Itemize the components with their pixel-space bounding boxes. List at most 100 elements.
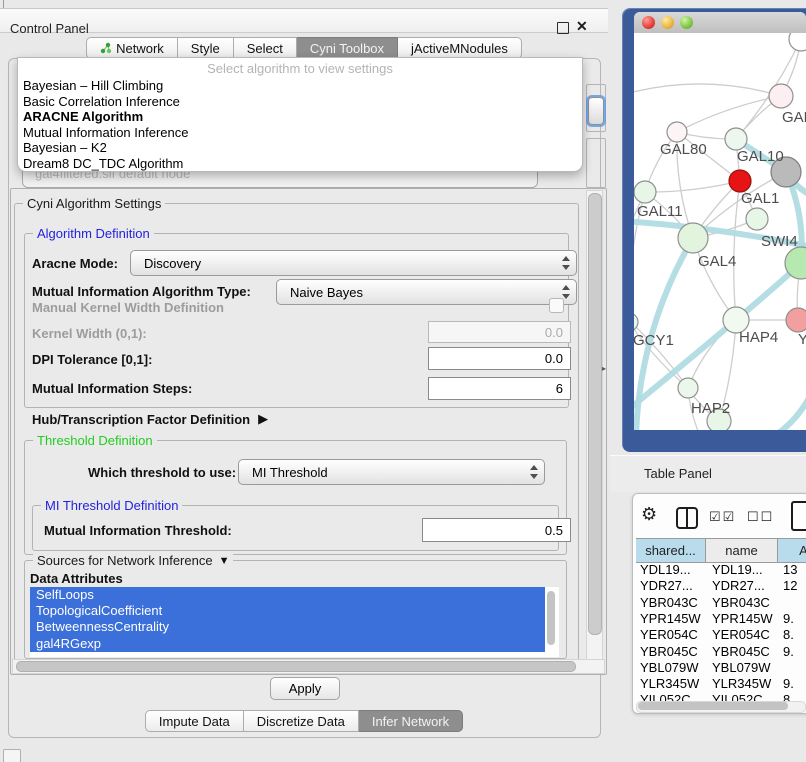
docked-panel-icon[interactable] [3, 749, 21, 762]
network-edge [645, 181, 740, 192]
data-attributes-label: Data Attributes [30, 571, 123, 586]
aracne-mode-select[interactable]: Discovery [130, 250, 577, 276]
network-node-gal11[interactable] [634, 181, 656, 203]
attribute-list-scrollbar-thumb[interactable] [547, 591, 555, 645]
table-cell: YIL052C [640, 692, 691, 701]
table-row[interactable]: YIL052CYIL052C8. [636, 692, 806, 701]
collapsed-arrow-icon[interactable]: ▶ [258, 411, 268, 427]
tab-label: Impute Data [159, 714, 230, 729]
network-node-hap2[interactable] [678, 378, 698, 398]
attribute-item-gal4rgexp[interactable]: gal4RGexp [30, 636, 545, 652]
table-cell: YDR27... [712, 578, 765, 593]
network-node-gal80[interactable] [667, 122, 687, 142]
network-edge [734, 181, 740, 320]
table-row[interactable]: YDL19...YDL19...13 [636, 562, 806, 578]
settings-horizontal-scrollbar-thumb[interactable] [16, 661, 576, 672]
mi-steps-input[interactable]: 6 [428, 377, 571, 400]
network-window-titlebar[interactable] [634, 12, 806, 34]
which-threshold-select[interactable]: MI Threshold [238, 459, 545, 485]
network-node-gal1[interactable] [729, 170, 751, 192]
tab-label: Network [116, 41, 164, 56]
settings-vertical-scrollbar-thumb[interactable] [588, 193, 602, 635]
network-node-gal4[interactable] [678, 223, 708, 253]
network-node-gal10[interactable] [725, 128, 747, 150]
minimize-traffic-light-icon[interactable] [661, 16, 674, 29]
tab-impute-data[interactable]: Impute Data [145, 710, 244, 732]
table-horizontal-scrollbar-thumb[interactable] [638, 702, 788, 710]
table-row[interactable]: YBR045CYBR045C9. [636, 644, 806, 660]
top-tab-bar: Network Style Select Cyni Toolbox jActiveMNo… [0, 37, 608, 59]
column-header-name[interactable]: name [706, 539, 778, 562]
algorithm-option-basic-correlation-inference[interactable]: Basic Correlation Inference [18, 94, 582, 110]
column-header-a[interactable]: A [778, 539, 806, 562]
algorithm-option-mutual-information-inference[interactable]: Mutual Information Inference [18, 125, 582, 141]
zoom-traffic-light-icon[interactable] [680, 16, 693, 29]
network-icon [100, 42, 112, 54]
network-node-y[interactable] [786, 308, 806, 332]
column-header-shared[interactable]: shared... [636, 539, 706, 562]
dpi-tolerance-input[interactable]: 0.0 [428, 347, 571, 370]
hub-transcription-factor-section[interactable]: Hub/Transcription Factor Definition ▶ [32, 411, 268, 427]
table-cell: YBR045C [712, 644, 770, 659]
group-title: Algorithm Definition [33, 226, 154, 241]
kernel-width-input[interactable]: 0.0 [428, 321, 571, 343]
tab-select[interactable]: Select [234, 37, 297, 59]
table-row[interactable]: YER054CYER054C8. [636, 627, 806, 643]
table-row[interactable]: YBL079WYBL079W [636, 660, 806, 676]
algorithm-option-aracne-algorithm[interactable]: ARACNE Algorithm [18, 109, 582, 125]
manual-kernel-width-checkbox[interactable] [549, 298, 564, 313]
float-window-icon[interactable] [557, 22, 569, 34]
dpi-tolerance-label: DPI Tolerance [0,1]: [32, 352, 152, 367]
deselect-all-checkboxes-icon[interactable]: ☐☐ [747, 509, 774, 525]
network-node-gal[interactable] [769, 84, 793, 108]
network-edge-highlighted [768, 392, 806, 430]
file-icon[interactable] [791, 501, 806, 531]
close-traffic-light-icon[interactable] [642, 16, 655, 29]
hidden-combo-stepper[interactable] [588, 97, 604, 125]
edge-artifact [3, 0, 4, 8]
algorithm-option-bayesian-k2[interactable]: Bayesian – K2 [18, 140, 582, 156]
tab-cyni-toolbox[interactable]: Cyni Toolbox [297, 37, 398, 59]
node-label-gal80: GAL80 [660, 141, 707, 158]
table-row[interactable]: YLR345WYLR345W9. [636, 676, 806, 692]
select-all-checkboxes-icon[interactable]: ☑☑ [709, 509, 736, 525]
algorithm-option-dream8-dc-tdc-algorithm[interactable]: Dream8 DC_TDC Algorithm [18, 156, 582, 172]
table-cell: YPR145W [640, 611, 701, 626]
node-label-hap4: HAP4 [739, 329, 778, 346]
network-node[interactable] [789, 33, 806, 51]
network-node-swi4[interactable] [746, 208, 768, 230]
tab-jactivemnodules[interactable]: jActiveMNodules [398, 37, 522, 59]
apply-button[interactable]: Apply [270, 677, 340, 700]
tab-infer-network[interactable]: Infer Network [359, 710, 463, 732]
attribute-item-topologicalcoefficient[interactable]: TopologicalCoefficient [30, 603, 545, 619]
dropdown-option-list: Bayesian – Hill ClimbingBasic Correlatio… [18, 78, 582, 172]
table-row[interactable]: YDR27...YDR27...12 [636, 578, 806, 594]
table-body: YDL19...YDL19...13YDR27...YDR27...12YBR0… [636, 562, 806, 701]
columns-icon[interactable] [676, 507, 698, 529]
aracne-mode-label: Aracne Mode: [32, 256, 118, 271]
attribute-item-betweennesscentrality[interactable]: BetweennessCentrality [30, 619, 545, 635]
gear-icon[interactable]: ⚙ [641, 504, 657, 525]
node-label-y: Y [798, 331, 806, 348]
tab-network[interactable]: Network [86, 37, 178, 59]
close-icon[interactable]: ✕ [576, 18, 588, 35]
network-canvas[interactable]: GALGAL80GAL10GAL1GAL11GAL4SWI4GCY1HAP4YH… [634, 33, 806, 430]
algorithm-option-bayesian-hill-climbing[interactable]: Bayesian – Hill Climbing [18, 78, 582, 94]
node-label-gal1: GAL1 [741, 190, 779, 207]
expanded-arrow-icon[interactable]: ▼ [219, 554, 230, 569]
table-cell: YDL19... [712, 562, 763, 577]
tab-discretize-data[interactable]: Discretize Data [244, 710, 359, 732]
stepper-icon [560, 256, 571, 270]
attribute-item-selfloops[interactable]: SelfLoops [30, 587, 545, 603]
table-row[interactable]: YBR043CYBR043C [636, 595, 806, 611]
mi-algorithm-type-select[interactable]: Naive Bayes [276, 279, 577, 305]
tab-style[interactable]: Style [178, 37, 234, 59]
node-label-hap2: HAP2 [691, 400, 730, 417]
tab-label: Cyni Toolbox [310, 41, 384, 56]
tab-label: Style [191, 41, 220, 56]
sources-title: Sources for Network Inference [37, 553, 213, 568]
table-row[interactable]: YPR145WYPR145W9. [636, 611, 806, 627]
mi-threshold-input[interactable]: 0.5 [422, 518, 571, 542]
table-cell: 12 [783, 578, 797, 593]
table-cell: YER054C [640, 627, 698, 642]
